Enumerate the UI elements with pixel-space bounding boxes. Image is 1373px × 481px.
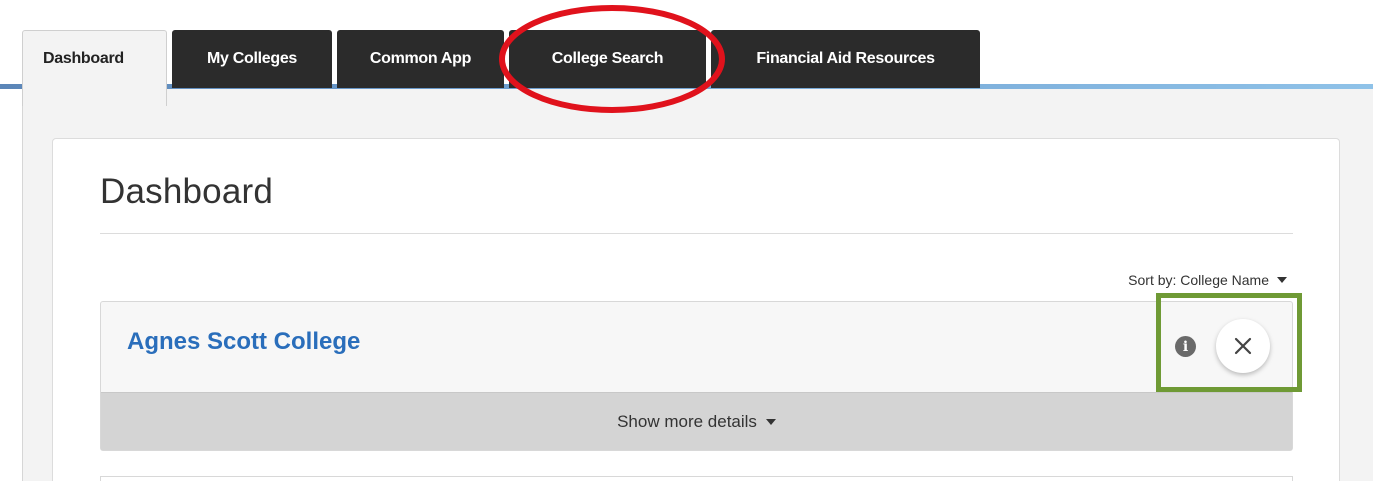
tab-common-app[interactable]: Common App: [337, 30, 504, 88]
college-row: Agnes Scott College i Show more details: [100, 301, 1293, 451]
college-name-link[interactable]: Agnes Scott College: [127, 328, 360, 356]
show-more-details-label: Show more details: [617, 411, 757, 431]
tab-bar: Dashboard My Colleges Common App College…: [0, 0, 1373, 110]
caret-down-icon: [765, 418, 776, 425]
app-root: Dashboard My Colleges Common App College…: [0, 0, 1373, 481]
tab-financial-aid-resources[interactable]: Financial Aid Resources: [711, 30, 980, 88]
tab-my-colleges[interactable]: My Colleges: [172, 30, 332, 88]
remove-college-button[interactable]: [1216, 319, 1270, 373]
tab-college-search[interactable]: College Search: [509, 30, 706, 88]
sort-dropdown[interactable]: Sort by: College Name: [1128, 272, 1287, 288]
title-divider: [100, 233, 1293, 234]
sort-label: Sort by: College Name: [1128, 272, 1269, 288]
tab-dashboard[interactable]: Dashboard: [22, 30, 167, 106]
caret-down-icon: [1277, 277, 1287, 283]
next-college-row: [100, 476, 1293, 481]
show-more-details-button[interactable]: Show more details: [101, 392, 1292, 450]
info-icon[interactable]: i: [1175, 336, 1196, 357]
page-title: Dashboard: [100, 172, 274, 211]
close-icon: [1234, 337, 1252, 355]
